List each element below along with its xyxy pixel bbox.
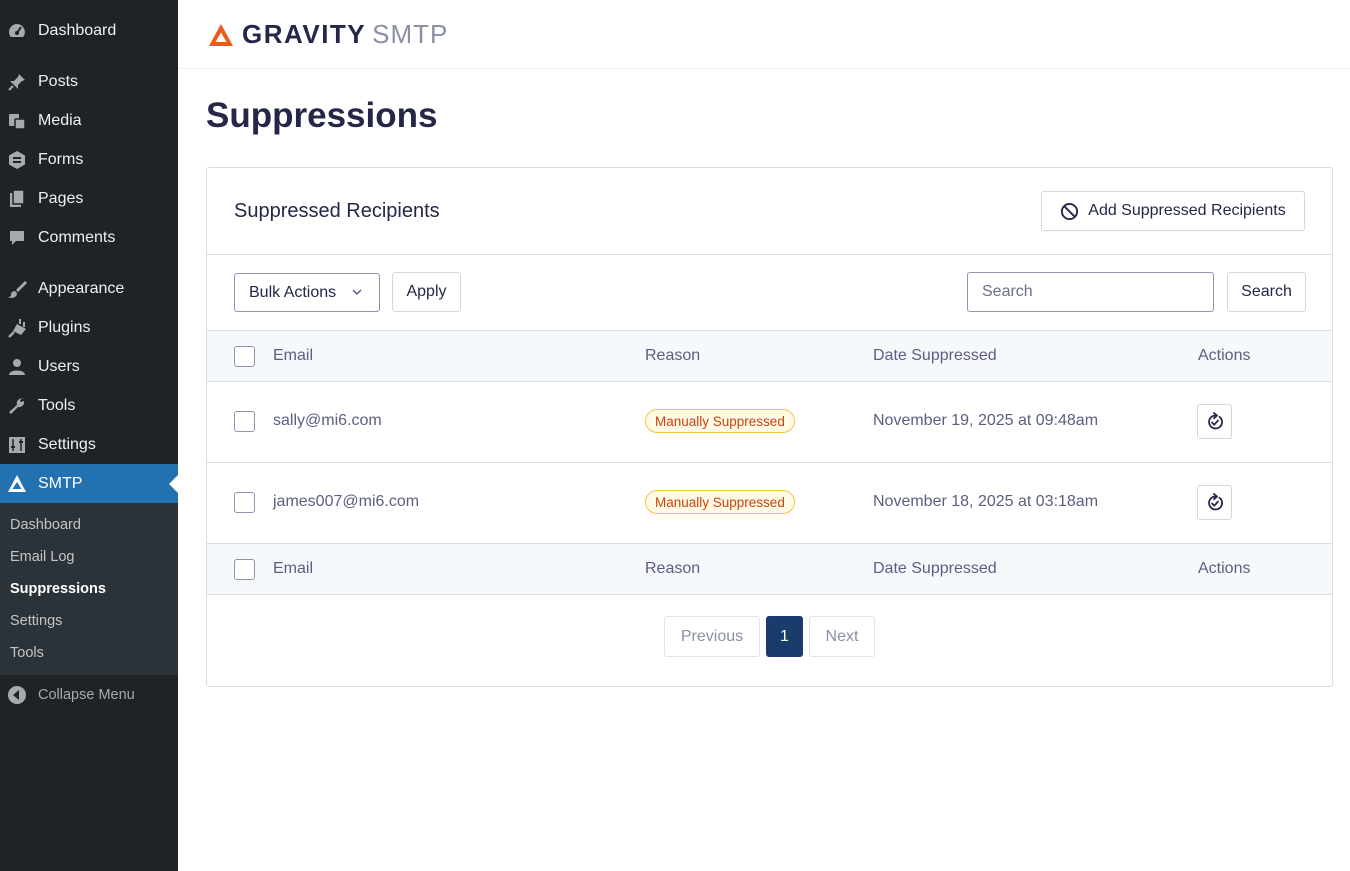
column-header-email[interactable]: Email bbox=[273, 347, 313, 365]
sidebar-item-label: Posts bbox=[38, 73, 79, 90]
apply-button[interactable]: Apply bbox=[392, 272, 461, 312]
submenu-item-email-log[interactable]: Email Log bbox=[10, 549, 74, 565]
row-email: sally@mi6.com bbox=[273, 412, 382, 429]
sidebar-item-users[interactable]: Users bbox=[0, 348, 178, 386]
sidebar-item-comments[interactable]: Comments bbox=[0, 219, 178, 257]
gravity-smtp-logo: GRAVITY SMTP bbox=[208, 19, 448, 50]
block-icon bbox=[1061, 202, 1079, 220]
row-date: November 18, 2025 at 03:18am bbox=[873, 493, 1099, 510]
chevron-down-icon bbox=[352, 289, 362, 296]
gravity-logo-icon bbox=[209, 23, 233, 46]
media-icon bbox=[7, 111, 27, 131]
sidebar-item-forms[interactable]: Forms bbox=[0, 141, 178, 179]
row-date: November 19, 2025 at 09:48am bbox=[873, 412, 1099, 429]
submenu-item-settings[interactable]: Settings bbox=[10, 613, 62, 629]
sidebar-item-label: Tools bbox=[38, 397, 76, 414]
brush-icon bbox=[7, 279, 27, 299]
logo-primary-text: GRAVITY bbox=[242, 19, 367, 49]
bulk-actions-label: Bulk Actions bbox=[249, 283, 337, 301]
pages-icon bbox=[7, 189, 27, 209]
sidebar-item-dashboard[interactable]: Dashboard bbox=[0, 12, 178, 50]
select-all-checkbox[interactable] bbox=[234, 346, 255, 367]
sidebar-item-label: Plugins bbox=[38, 319, 91, 336]
sidebar-item-label: Forms bbox=[38, 151, 84, 168]
collapse-menu-label: Collapse Menu bbox=[38, 687, 135, 703]
pin-icon bbox=[7, 72, 27, 92]
sidebar-item-label: Settings bbox=[38, 436, 96, 453]
collapse-menu-button[interactable]: Collapse Menu bbox=[0, 676, 178, 714]
sliders-icon bbox=[7, 435, 27, 455]
page-title: Suppressions bbox=[206, 96, 438, 135]
status-badge: Manually Suppressed bbox=[645, 409, 795, 433]
divider bbox=[207, 254, 1332, 255]
sidebar-item-posts[interactable]: Posts bbox=[0, 63, 178, 101]
refresh-check-icon bbox=[1207, 411, 1223, 429]
collapse-arrow-icon bbox=[7, 685, 27, 705]
column-header-actions: Actions bbox=[1198, 347, 1251, 364]
pagination-next-button[interactable]: Next bbox=[809, 616, 875, 657]
dashboard-icon bbox=[7, 21, 27, 41]
select-all-checkbox[interactable] bbox=[234, 559, 255, 580]
column-footer-date-suppressed[interactable]: Date Suppressed bbox=[873, 560, 997, 578]
sidebar-item-label: Media bbox=[38, 112, 82, 129]
table-header-row: Email Reason Date Suppressed Actions bbox=[207, 331, 1332, 382]
smtp-submenu: Dashboard Email Log Suppressions Setting… bbox=[0, 503, 178, 675]
add-suppressed-recipients-button[interactable]: Add Suppressed Recipients bbox=[1041, 191, 1305, 231]
divider bbox=[207, 594, 1332, 595]
sidebar-item-label: SMTP bbox=[38, 474, 83, 492]
pagination-previous-button[interactable]: Previous bbox=[664, 616, 760, 657]
app-header: GRAVITY SMTP bbox=[178, 0, 1350, 69]
sidebar-item-pages[interactable]: Pages bbox=[0, 180, 178, 218]
comment-icon bbox=[7, 228, 27, 248]
bulk-actions-select[interactable]: Bulk Actions bbox=[234, 273, 380, 312]
suppressions-card: Suppressed Recipients Add Suppressed Rec… bbox=[206, 167, 1333, 687]
card-title: Suppressed Recipients bbox=[234, 200, 440, 222]
admin-sidebar: Dashboard Posts Media Forms Pages Commen… bbox=[0, 0, 178, 871]
table-row: james007@mi6.com Manually Suppressed Nov… bbox=[207, 463, 1332, 543]
submenu-item-dashboard[interactable]: Dashboard bbox=[10, 517, 81, 533]
column-footer-email[interactable]: Email bbox=[273, 560, 313, 578]
submenu-item-suppressions[interactable]: Suppressions bbox=[10, 581, 106, 597]
user-icon bbox=[7, 357, 27, 377]
sidebar-item-label: Users bbox=[38, 358, 80, 375]
pagination-page-1[interactable]: 1 bbox=[766, 616, 803, 657]
plug-icon bbox=[7, 318, 27, 338]
sidebar-item-label: Pages bbox=[38, 190, 84, 207]
sidebar-item-plugins[interactable]: Plugins bbox=[0, 309, 178, 347]
sidebar-item-label: Dashboard bbox=[38, 22, 117, 39]
add-button-label: Add Suppressed Recipients bbox=[1088, 202, 1286, 219]
column-footer-actions: Actions bbox=[1198, 560, 1251, 577]
sidebar-item-label: Appearance bbox=[38, 280, 125, 297]
sidebar-item-settings[interactable]: Settings bbox=[0, 426, 178, 464]
table-footer-row: Email Reason Date Suppressed Actions bbox=[207, 544, 1332, 595]
gravity-logo-icon bbox=[7, 474, 27, 494]
status-badge: Manually Suppressed bbox=[645, 490, 795, 514]
table-row: sally@mi6.com Manually Suppressed Novemb… bbox=[207, 382, 1332, 462]
refresh-check-icon bbox=[1207, 492, 1223, 510]
row-checkbox[interactable] bbox=[234, 492, 255, 513]
submenu-item-tools[interactable]: Tools bbox=[10, 645, 44, 661]
reactivate-button[interactable] bbox=[1197, 485, 1232, 520]
wrench-icon bbox=[7, 396, 27, 416]
sidebar-item-label: Comments bbox=[38, 229, 116, 246]
column-header-reason[interactable]: Reason bbox=[645, 347, 700, 365]
logo-secondary-text: SMTP bbox=[372, 19, 449, 49]
sidebar-item-tools[interactable]: Tools bbox=[0, 387, 178, 425]
search-input[interactable] bbox=[967, 272, 1214, 312]
sidebar-item-media[interactable]: Media bbox=[0, 102, 178, 140]
row-checkbox[interactable] bbox=[234, 411, 255, 432]
reactivate-button[interactable] bbox=[1197, 404, 1232, 439]
forms-icon bbox=[7, 150, 27, 170]
search-button[interactable]: Search bbox=[1227, 272, 1306, 312]
sidebar-item-smtp[interactable]: SMTP bbox=[0, 464, 178, 503]
row-email: james007@mi6.com bbox=[273, 493, 420, 510]
column-footer-reason[interactable]: Reason bbox=[645, 560, 700, 578]
sidebar-item-appearance[interactable]: Appearance bbox=[0, 270, 178, 308]
column-header-date-suppressed[interactable]: Date Suppressed bbox=[873, 347, 997, 365]
